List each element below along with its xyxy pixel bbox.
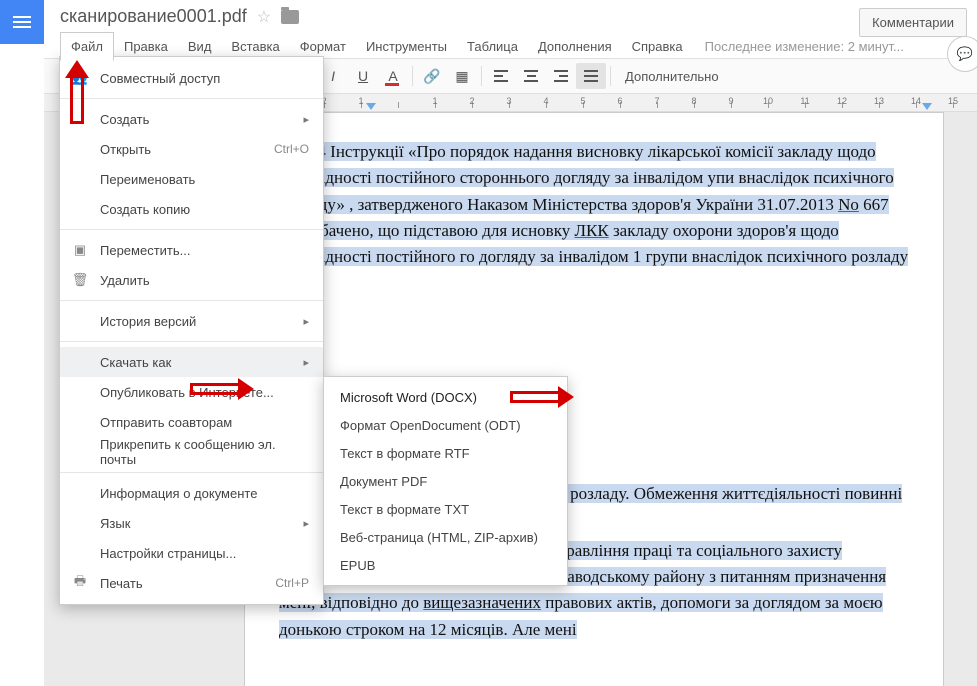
menu-tools[interactable]: Инструменты [356,33,457,60]
align-right-button[interactable] [546,63,576,89]
print-icon: 🖶 [71,574,89,592]
menu-addons[interactable]: Дополнения [528,33,622,60]
submenu-arrow-icon: ▸ [303,315,309,328]
ruler-number: 4 [543,96,548,106]
underlined-text[interactable]: ЛКК [574,221,608,240]
menu-item-doc-info[interactable]: Информация о документе [60,478,323,508]
menu-item-email-collaborators[interactable]: Отправить соавторам [60,407,323,437]
ruler-number: 8 [691,96,696,106]
underline-button[interactable]: U [348,63,378,89]
ruler-number: 15 [948,96,958,106]
menu-separator [60,472,323,473]
menu-item-delete[interactable]: 🗑 Удалить [60,265,323,295]
text-color-button[interactable]: A [378,63,408,89]
submenu-item-pdf[interactable]: Документ PDF [324,467,567,495]
separator [412,66,413,86]
menu-separator [60,341,323,342]
body-text[interactable]: ктом 4 Інструкції «Про порядок надання в… [279,142,894,214]
toolbar-more[interactable]: Дополнительно [615,69,729,84]
submenu-item-rtf[interactable]: Текст в формате RTF [324,439,567,467]
underlined-text[interactable]: No [838,195,859,214]
menu-separator [60,300,323,301]
align-center-button[interactable] [516,63,546,89]
left-gutter [0,44,44,686]
underlined-text[interactable]: вищезазначених [423,593,541,612]
menu-item-open[interactable]: ОткрытьCtrl+O [60,134,323,164]
menu-item-new[interactable]: Создать▸ [60,104,323,134]
menu-item-share[interactable]: 👥 Совместный доступ [60,63,323,93]
star-icon[interactable]: ☆ [257,7,271,27]
annotation-arrow-up [70,60,89,124]
menu-item-download-as[interactable]: Скачать как▸ [60,347,323,377]
add-comment-bubble[interactable]: 💬 [947,36,977,72]
submenu-item-odt[interactable]: Формат OpenDocument (ODT) [324,411,567,439]
ruler-number: 14 [911,96,921,106]
submenu-arrow-icon: ▸ [303,356,309,369]
separator [481,66,482,86]
submenu-arrow-icon: ▸ [303,113,309,126]
trash-icon: 🗑 [71,271,89,289]
ruler-number: 12 [837,96,847,106]
menu-item-language[interactable]: Язык▸ [60,508,323,538]
folder-icon[interactable] [281,10,299,24]
ruler-number: 1 [432,96,437,106]
ruler-number: 6 [617,96,622,106]
document-title[interactable]: сканирование0001.pdf [60,6,247,27]
link-icon[interactable]: 🔗 [417,63,447,89]
ruler-number: 3 [506,96,511,106]
ruler-number: 10 [763,96,773,106]
menu-item-version-history[interactable]: История версий▸ [60,306,323,336]
ruler-number: 1 [358,96,363,106]
submenu-arrow-icon: ▸ [303,517,309,530]
ruler-number: 5 [580,96,585,106]
ruler-number: 7 [654,96,659,106]
folder-icon: ▣ [71,241,89,259]
shortcut-label: Ctrl+P [275,576,309,590]
file-menu-dropdown: 👥 Совместный доступ Создать▸ ОткрытьCtrl… [59,56,324,605]
align-left-button[interactable] [486,63,516,89]
submenu-item-html[interactable]: Веб-страница (HTML, ZIP-архив) [324,523,567,551]
menu-item-email-attachment[interactable]: Прикрепить к сообщению эл. почты [60,437,323,467]
annotation-arrow-right [510,386,574,408]
menu-separator [60,229,323,230]
menu-separator [60,98,323,99]
submenu-item-epub[interactable]: EPUB [324,551,567,579]
ruler-number: 11 [800,96,809,106]
comment-insert-icon[interactable]: ▦ [447,63,477,89]
ruler-number: 2 [469,96,474,106]
main-menu-button[interactable] [0,0,44,44]
menu-item-page-setup[interactable]: Настройки страницы... [60,538,323,568]
menu-item-move[interactable]: ▣ Переместить... [60,235,323,265]
menu-item-rename[interactable]: Переименовать [60,164,323,194]
menu-table[interactable]: Таблица [457,33,528,60]
shortcut-label: Ctrl+O [274,142,309,156]
menu-help[interactable]: Справка [622,33,693,60]
ruler-number: 13 [874,96,884,106]
submenu-item-txt[interactable]: Текст в формате TXT [324,495,567,523]
ruler-number: 9 [728,96,733,106]
menu-item-make-copy[interactable]: Создать копию [60,194,323,224]
last-edit-label[interactable]: Последнее изменение: 2 минут... [705,39,904,54]
menu-file[interactable]: Файл [60,32,114,61]
align-justify-button[interactable] [576,63,606,89]
annotation-arrow-right [190,378,254,400]
menu-item-print[interactable]: 🖶 ПечатьCtrl+P [60,568,323,598]
separator [610,66,611,86]
